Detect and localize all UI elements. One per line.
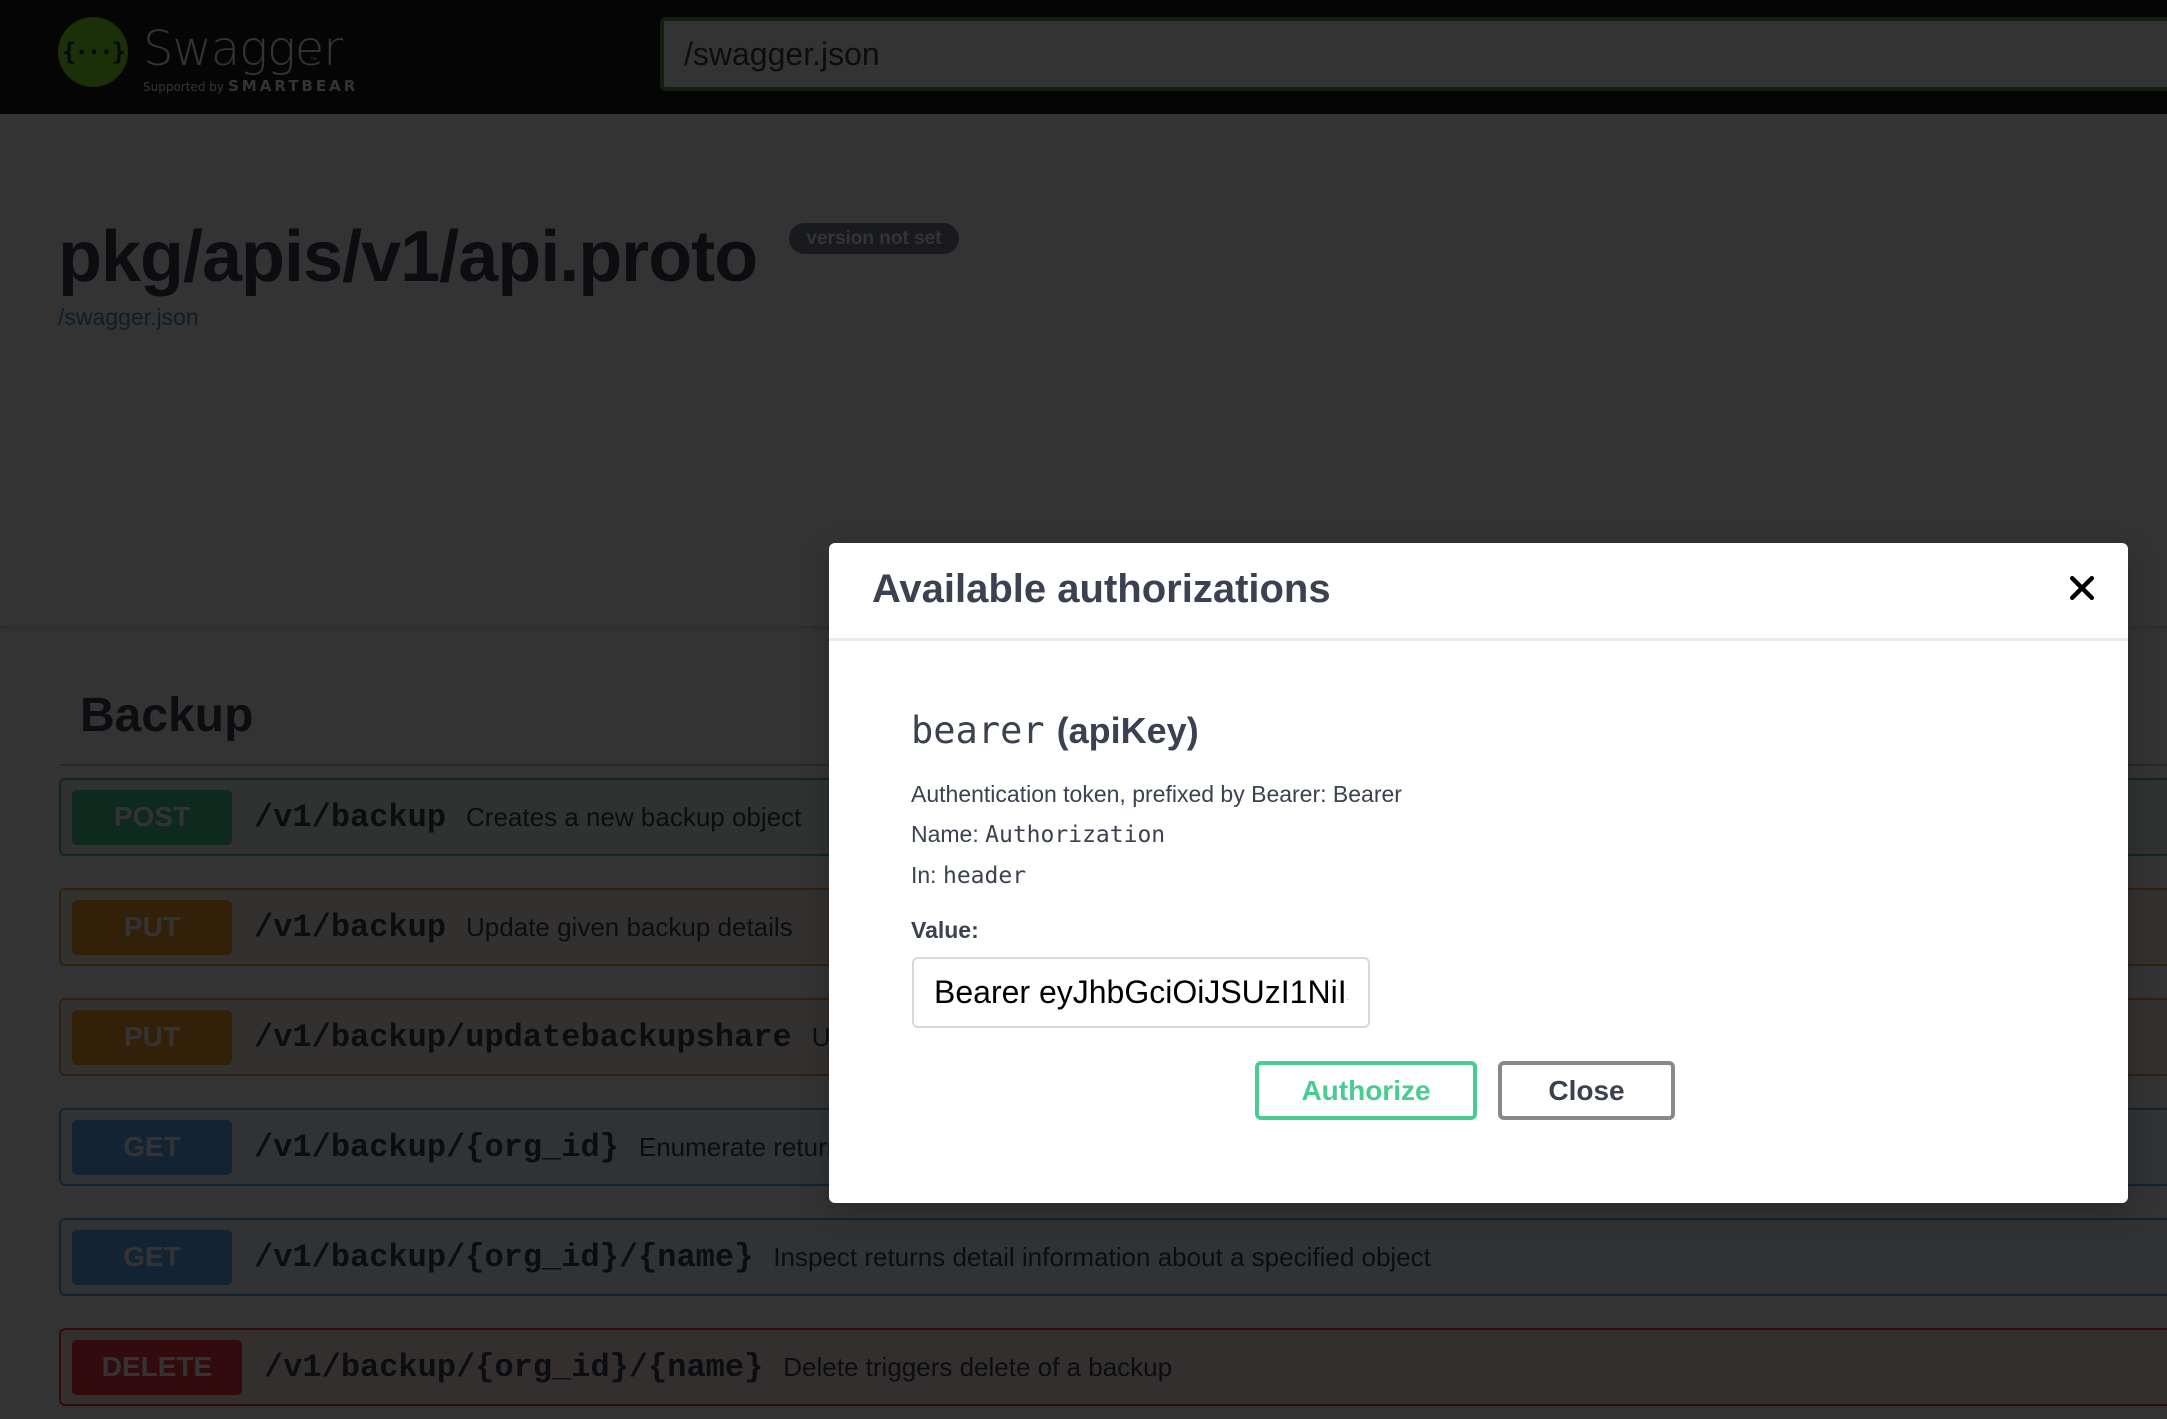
name-value: Authorization: [985, 822, 1166, 848]
scheme-name: bearer: [911, 709, 1045, 752]
auth-value-input[interactable]: [912, 957, 1370, 1028]
close-button[interactable]: Close: [1498, 1061, 1675, 1120]
scheme-name-line: Name: Authorization: [911, 821, 1165, 848]
scheme-type: (apiKey): [1056, 710, 1199, 751]
modal-title: Available authorizations: [872, 567, 1331, 611]
authorize-button[interactable]: Authorize: [1255, 1061, 1477, 1120]
in-value: header: [942, 863, 1027, 889]
scheme-in-line: In: header: [911, 862, 1026, 889]
scheme-description: Authentication token, prefixed by Bearer…: [911, 781, 1402, 807]
modal-header: Available authorizations: [829, 543, 2128, 641]
close-x-icon[interactable]: [2064, 570, 2100, 606]
auth-modal: Available authorizations bearer (apiKey) …: [829, 543, 2128, 1203]
in-label: In:: [911, 862, 937, 888]
value-label: Value:: [911, 917, 979, 943]
name-label: Name:: [911, 821, 979, 847]
scheme-heading: bearer (apiKey): [911, 709, 1199, 752]
close-icon: [2069, 575, 2095, 601]
